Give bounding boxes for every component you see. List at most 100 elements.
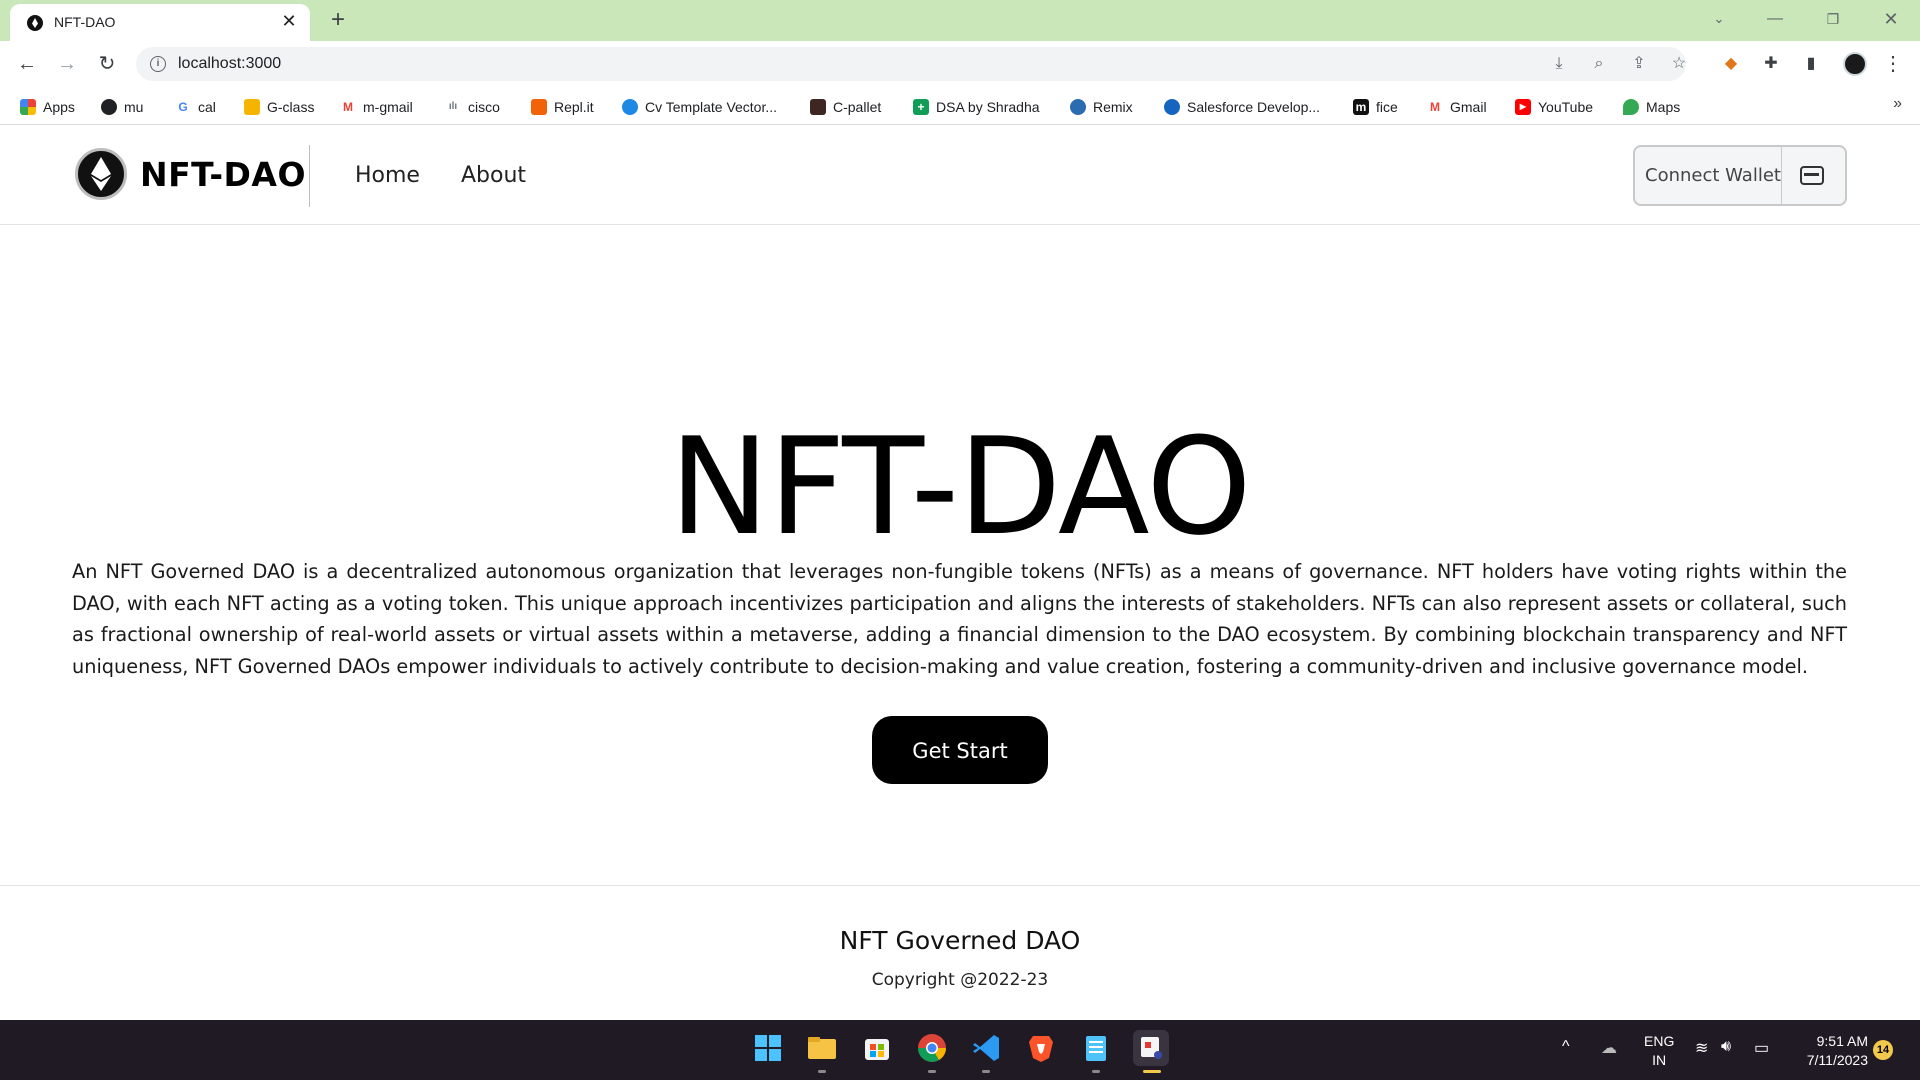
back-arrow-icon[interactable]: ←: [13, 50, 41, 78]
clock-time: 9:51 AM: [1816, 1033, 1868, 1049]
apps-grid-icon: [20, 99, 36, 115]
forward-arrow-icon[interactable]: →: [53, 50, 81, 78]
bookmark-label: m-gmail: [363, 99, 413, 115]
windows-start-icon[interactable]: [750, 1030, 786, 1066]
new-tab-button[interactable]: +: [325, 7, 351, 33]
wallet-icon: [1800, 166, 1824, 185]
menu-kebab-icon[interactable]: ⋮: [1880, 51, 1906, 77]
connect-wallet-label: Connect Wallet: [1645, 165, 1781, 186]
bookmark-label: C-pallet: [833, 99, 882, 115]
bookmarks-overflow-icon[interactable]: »: [1893, 95, 1902, 113]
bookmark-label: G-class: [267, 99, 315, 115]
bookmark-fice[interactable]: m fice: [1353, 96, 1398, 118]
file-explorer-icon[interactable]: [804, 1030, 840, 1066]
metamask-extension-icon[interactable]: ◆: [1718, 51, 1744, 77]
google-g-icon: G: [178, 100, 188, 114]
classroom-icon: [244, 99, 260, 115]
notepad-icon[interactable]: [1078, 1030, 1114, 1066]
snipping-tool-icon[interactable]: [1133, 1030, 1169, 1066]
cv-icon: [622, 99, 638, 115]
restore-icon[interactable]: ❐: [1818, 6, 1848, 32]
active-indicator: [1143, 1070, 1161, 1073]
wifi-icon[interactable]: ≋: [1695, 1038, 1708, 1058]
brave-icon[interactable]: [1023, 1030, 1059, 1066]
replit-icon: [531, 99, 547, 115]
bookmark-c-pallet[interactable]: C-pallet: [810, 96, 881, 118]
bookmark-m-gmail[interactable]: M m-gmail: [340, 96, 413, 118]
ethereum-favicon-icon: [27, 15, 43, 31]
minimize-icon[interactable]: —: [1760, 6, 1790, 32]
bookmark-g-class[interactable]: G-class: [244, 96, 314, 118]
side-panel-icon[interactable]: ▮: [1798, 51, 1824, 77]
install-icon[interactable]: ⤓: [1547, 52, 1571, 76]
tab-title: NFT-DAO: [54, 14, 116, 30]
chrome-icon[interactable]: [914, 1030, 950, 1066]
reload-icon[interactable]: ↻: [93, 50, 121, 78]
connect-wallet-button[interactable]: Connect Wallet: [1633, 145, 1847, 206]
window-close-icon[interactable]: ✕: [1876, 6, 1906, 32]
bookmark-mu[interactable]: mu: [101, 96, 143, 118]
bookmark-label: cal: [198, 99, 216, 115]
profile-avatar[interactable]: [1843, 52, 1867, 76]
bookmark-salesforce[interactable]: Salesforce Develop...: [1164, 96, 1320, 118]
bookmark-dsa[interactable]: + DSA by Shradha: [913, 96, 1040, 118]
nav-home-link[interactable]: Home: [355, 163, 420, 188]
gmail-icon: M: [343, 100, 353, 114]
running-indicator: [1092, 1070, 1100, 1073]
ethereum-logo-icon[interactable]: [75, 148, 127, 200]
tray-overflow-chevron-icon[interactable]: ^: [1562, 1038, 1570, 1056]
tab-search-icon[interactable]: ⌄: [1704, 6, 1734, 32]
bookmark-cal[interactable]: G cal: [175, 96, 216, 118]
microsoft-store-icon[interactable]: [859, 1030, 895, 1066]
bookmark-cv-template[interactable]: Cv Template Vector...: [622, 96, 777, 118]
bookmark-label: fice: [1376, 99, 1398, 115]
bookmark-label: Apps: [43, 99, 75, 115]
bookmark-label: Salesforce Develop...: [1187, 99, 1321, 115]
language-indicator[interactable]: ENG IN: [1644, 1032, 1674, 1070]
remix-icon: [1070, 99, 1086, 115]
browser-tab[interactable]: NFT-DAO ✕: [10, 4, 310, 41]
bookmark-label: DSA by Shradha: [936, 99, 1040, 115]
onedrive-offline-icon[interactable]: ☁: [1601, 1038, 1617, 1058]
system-clock[interactable]: 9:51 AM 7/11/2023: [1790, 1032, 1868, 1070]
bookmark-apps[interactable]: Apps: [20, 96, 75, 118]
site-info-icon[interactable]: i: [150, 56, 166, 72]
zoom-icon[interactable]: ⌕: [1587, 52, 1611, 76]
region-code: IN: [1652, 1052, 1667, 1068]
cisco-icon: ılı: [448, 101, 458, 112]
bookmark-label: Gmail: [1450, 99, 1487, 115]
bookmark-remix[interactable]: Remix: [1070, 96, 1133, 118]
footer-title: NFT Governed DAO: [839, 926, 1081, 955]
fice-icon: m: [1353, 99, 1369, 115]
gmail-icon: M: [1430, 100, 1440, 114]
running-indicator: [982, 1070, 990, 1073]
maps-pin-icon: [1623, 99, 1639, 115]
bookmark-label: Repl.it: [554, 99, 594, 115]
browser-titlebar: NFT-DAO ✕ + ⌄ — ❐ ✕: [0, 0, 1920, 41]
bookmark-label: Cv Template Vector...: [645, 99, 778, 115]
hero-description: An NFT Governed DAO is a decentralized a…: [72, 560, 1847, 678]
notification-badge[interactable]: 14: [1873, 1040, 1893, 1060]
address-bar[interactable]: i localhost:3000 ⤓ ⌕ ⇪ ☆: [136, 47, 1686, 81]
battery-icon[interactable]: ▭: [1754, 1038, 1769, 1058]
address-url[interactable]: localhost:3000: [178, 55, 281, 73]
bookmark-maps[interactable]: Maps: [1623, 96, 1680, 118]
running-indicator: [818, 1070, 826, 1073]
extensions-puzzle-icon[interactable]: ✚: [1758, 51, 1784, 77]
site-brand[interactable]: NFT-DAO: [140, 155, 306, 194]
nav-about-link[interactable]: About: [461, 163, 526, 188]
hero-title: NFT-DAO: [669, 409, 1251, 565]
bookmarks-bar: Apps mu G cal G-class M m-gmail ılı cisc…: [0, 87, 1920, 125]
bookmark-star-icon[interactable]: ☆: [1667, 52, 1691, 76]
bookmark-youtube[interactable]: ▶ YouTube: [1515, 96, 1593, 118]
bookmark-gmail[interactable]: M Gmail: [1427, 96, 1487, 118]
volume-icon[interactable]: 🔊︎: [1721, 1038, 1731, 1056]
share-icon[interactable]: ⇪: [1627, 52, 1651, 76]
bookmark-cisco[interactable]: ılı cisco: [445, 96, 500, 118]
get-start-button[interactable]: Get Start: [872, 716, 1048, 784]
language-code: ENG: [1644, 1033, 1675, 1049]
tab-close-icon[interactable]: ✕: [278, 10, 300, 32]
bookmark-replit[interactable]: Repl.it: [531, 96, 594, 118]
vscode-icon[interactable]: [968, 1030, 1004, 1066]
clock-date: 7/11/2023: [1806, 1052, 1868, 1068]
